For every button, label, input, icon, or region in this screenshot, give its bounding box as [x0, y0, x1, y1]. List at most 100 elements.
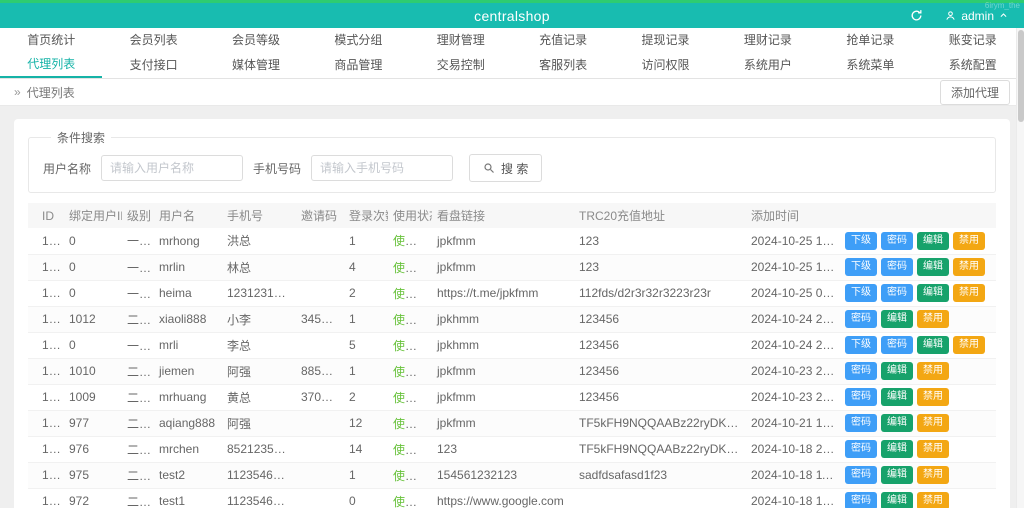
- username-input[interactable]: [101, 155, 244, 181]
- cell-trc20-address: [574, 488, 746, 508]
- watermark: 6irym_the: [984, 1, 1020, 10]
- phone-label: 手机号码: [253, 161, 302, 176]
- disable-button[interactable]: 禁用: [917, 362, 949, 380]
- cell-actions: 密码 编辑 禁用: [840, 462, 996, 489]
- password-button[interactable]: 密码: [845, 492, 877, 508]
- edit-button[interactable]: 编辑: [881, 492, 913, 508]
- table-row: 100700一级heima12312312312 2 使用中https://t.me…: [28, 280, 996, 307]
- edit-button[interactable]: 编辑: [881, 310, 913, 328]
- nav-item[interactable]: 系统用户: [717, 53, 819, 78]
- disable-button[interactable]: 禁用: [917, 310, 949, 328]
- disable-button[interactable]: 禁用: [917, 388, 949, 406]
- nav-item[interactable]: 交易控制: [410, 53, 512, 78]
- nav-item[interactable]: 商品管理: [307, 53, 409, 78]
- cell-bind-user-id: 0: [64, 332, 122, 359]
- password-button[interactable]: 密码: [845, 466, 877, 484]
- nav-item[interactable]: 抢单记录: [819, 28, 921, 53]
- sub-agent-button[interactable]: 下级: [845, 258, 877, 276]
- nav-item[interactable]: 访问权限: [614, 53, 716, 78]
- nav-item[interactable]: 模式分组: [307, 28, 409, 53]
- cell-bind-user-id: 977: [64, 410, 122, 437]
- edit-button[interactable]: 编辑: [881, 466, 913, 484]
- sub-agent-button[interactable]: 下级: [845, 284, 877, 302]
- password-button[interactable]: 密码: [881, 284, 913, 302]
- cell-username: mrlin: [154, 254, 222, 281]
- nav-item[interactable]: 客服列表: [512, 53, 614, 78]
- nav-item[interactable]: 代理列表: [0, 53, 103, 78]
- refresh-button[interactable]: [910, 9, 923, 22]
- nav-item[interactable]: 理财管理: [410, 28, 512, 53]
- table-header-cell: 看盘链接: [432, 203, 574, 228]
- disable-button[interactable]: 禁用: [917, 466, 949, 484]
- user-menu[interactable]: admin: [945, 9, 1008, 23]
- disable-button[interactable]: 禁用: [917, 492, 949, 508]
- nav-item[interactable]: 提现记录: [614, 28, 716, 53]
- sub-agent-button[interactable]: 下级: [845, 231, 877, 250]
- nav-item[interactable]: 充值记录: [512, 28, 614, 53]
- table-header-cell: TRC20充值地址: [574, 203, 746, 228]
- cell-username: heima: [154, 280, 222, 307]
- cell-phone: 11235465781: [222, 488, 296, 508]
- nav-item[interactable]: 账变记录: [922, 28, 1024, 53]
- cell-level: 一级: [122, 332, 154, 359]
- nav-item[interactable]: 支付接口: [102, 53, 204, 78]
- disable-button[interactable]: 禁用: [953, 258, 985, 276]
- cell-level: 一级: [122, 228, 154, 255]
- password-button[interactable]: 密码: [845, 388, 877, 406]
- scrollbar-thumb[interactable]: [1018, 30, 1024, 122]
- nav-item[interactable]: 系统菜单: [819, 53, 921, 78]
- nav-item[interactable]: 会员等级: [205, 28, 307, 53]
- phone-input[interactable]: [311, 155, 454, 181]
- edit-button[interactable]: 编辑: [917, 258, 949, 276]
- search-button[interactable]: 搜 索: [469, 154, 543, 182]
- disable-button[interactable]: 禁用: [917, 414, 949, 432]
- disable-button[interactable]: 禁用: [917, 440, 949, 458]
- password-button[interactable]: 密码: [845, 310, 877, 328]
- breadcrumb-label: 代理列表: [26, 85, 75, 100]
- disable-button[interactable]: 禁用: [953, 336, 985, 354]
- cell-created-at: 2024-10-24 20:35:32: [746, 306, 840, 333]
- vertical-scrollbar[interactable]: [1016, 28, 1024, 508]
- status-badge: 使用中: [393, 442, 430, 457]
- sub-agent-button[interactable]: 下级: [845, 336, 877, 354]
- edit-button[interactable]: 编辑: [881, 414, 913, 432]
- edit-button[interactable]: 编辑: [917, 284, 949, 302]
- cell-market-link: 154561232123: [432, 462, 574, 489]
- disable-button[interactable]: 禁用: [953, 231, 985, 250]
- cell-created-at: 2024-10-24 20:33:41: [746, 332, 840, 359]
- search-icon: [483, 162, 495, 174]
- nav-item[interactable]: 首页统计: [0, 28, 102, 53]
- edit-button[interactable]: 编辑: [917, 336, 949, 354]
- cell-created-at: 2024-10-25 14:19:39: [746, 254, 840, 281]
- cell-id: 10067: [28, 358, 64, 385]
- cell-level: 二级: [122, 488, 154, 508]
- add-agent-button[interactable]: 添加代理: [939, 79, 1010, 105]
- nav-item[interactable]: 理财记录: [717, 28, 819, 53]
- nav-item[interactable]: 会员列表: [102, 28, 204, 53]
- cell-bind-user-id: 976: [64, 436, 122, 463]
- cell-level: 二级: [122, 384, 154, 411]
- cell-phone: 李总: [222, 332, 296, 359]
- cell-login-count: 1: [344, 462, 388, 489]
- edit-button[interactable]: 编辑: [881, 440, 913, 458]
- edit-button[interactable]: 编辑: [881, 362, 913, 380]
- cell-login-count: 1: [344, 306, 388, 333]
- edit-button[interactable]: 编辑: [881, 388, 913, 406]
- nav-item[interactable]: 媒体管理: [205, 53, 307, 78]
- cell-bind-user-id: 1010: [64, 358, 122, 385]
- cell-level: 二级: [122, 462, 154, 489]
- table-header-cell: 用户名: [154, 203, 222, 228]
- password-button[interactable]: 密码: [845, 440, 877, 458]
- nav-item[interactable]: 系统配置: [922, 53, 1024, 78]
- edit-button[interactable]: 编辑: [917, 231, 949, 250]
- password-button[interactable]: 密码: [845, 362, 877, 380]
- password-button[interactable]: 密码: [881, 231, 913, 250]
- cell-actions: 密码 编辑 禁用: [840, 488, 996, 508]
- password-button[interactable]: 密码: [881, 258, 913, 276]
- cell-id: 10064: [28, 436, 64, 463]
- password-button[interactable]: 密码: [881, 336, 913, 354]
- disable-button[interactable]: 禁用: [953, 284, 985, 302]
- cell-actions: 密码 编辑 禁用: [840, 410, 996, 437]
- cell-username: mrhuang: [154, 384, 222, 411]
- password-button[interactable]: 密码: [845, 414, 877, 432]
